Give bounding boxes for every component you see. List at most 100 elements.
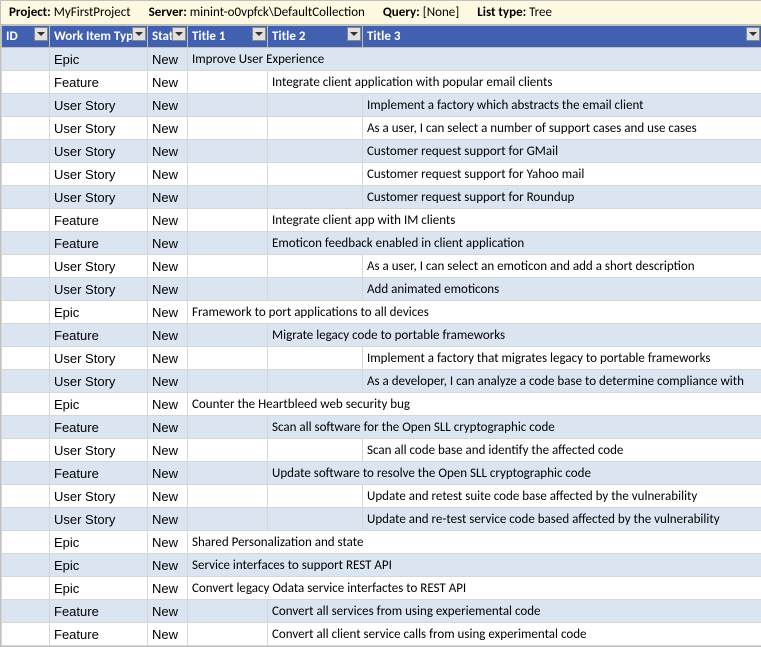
cell-empty[interactable] — [268, 485, 363, 508]
cell-id[interactable] — [2, 140, 50, 163]
header-id[interactable]: ID — [2, 26, 50, 48]
cell-empty[interactable] — [188, 462, 268, 485]
cell-id[interactable] — [2, 71, 50, 94]
cell-work-item-type[interactable]: Feature — [50, 71, 148, 94]
cell-id[interactable] — [2, 209, 50, 232]
cell-empty[interactable] — [268, 94, 363, 117]
cell-empty[interactable] — [268, 255, 363, 278]
cell-state[interactable]: New — [148, 71, 188, 94]
cell-title[interactable]: Update and retest suite code base affect… — [363, 485, 761, 508]
cell-title[interactable]: Framework to port applications to all de… — [188, 301, 761, 324]
cell-state[interactable]: New — [148, 94, 188, 117]
table-row[interactable]: User StoryNewImplement a factory that mi… — [2, 347, 761, 370]
cell-state[interactable]: New — [148, 416, 188, 439]
cell-id[interactable] — [2, 600, 50, 623]
cell-title[interactable]: Emoticon feedback enabled in client appl… — [268, 232, 761, 255]
table-row[interactable]: FeatureNew Update software to resolve the… — [2, 462, 761, 485]
cell-state[interactable]: New — [148, 439, 188, 462]
table-row[interactable]: EpicNewShared Personalization and state — [2, 531, 761, 554]
header-state[interactable]: State — [148, 26, 188, 48]
cell-id[interactable] — [2, 255, 50, 278]
cell-work-item-type[interactable]: Feature — [50, 324, 148, 347]
cell-title[interactable]: Integrate client app with IM clients — [268, 209, 761, 232]
cell-title[interactable]: Convert all client service calls from us… — [268, 623, 761, 646]
cell-id[interactable] — [2, 577, 50, 600]
cell-state[interactable]: New — [148, 255, 188, 278]
table-row[interactable]: FeatureNewMigrate legacy code to portabl… — [2, 324, 761, 347]
cell-id[interactable] — [2, 324, 50, 347]
cell-state[interactable]: New — [148, 117, 188, 140]
cell-empty[interactable] — [268, 347, 363, 370]
cell-state[interactable]: New — [148, 324, 188, 347]
cell-work-item-type[interactable]: User Story — [50, 347, 148, 370]
cell-empty[interactable] — [188, 163, 268, 186]
cell-id[interactable] — [2, 232, 50, 255]
header-title3[interactable]: Title 3 — [363, 26, 761, 48]
cell-empty[interactable] — [188, 508, 268, 531]
cell-empty[interactable] — [188, 347, 268, 370]
cell-empty[interactable] — [268, 186, 363, 209]
table-row[interactable]: EpicNewConvert legacy Odata service inte… — [2, 577, 761, 600]
cell-work-item-type[interactable]: Feature — [50, 416, 148, 439]
cell-state[interactable]: New — [148, 48, 188, 71]
cell-empty[interactable] — [268, 163, 363, 186]
cell-state[interactable]: New — [148, 623, 188, 646]
table-row[interactable]: EpicNewImprove User Experience — [2, 48, 761, 71]
table-row[interactable]: User StoryNewUpdate and retest suite cod… — [2, 485, 761, 508]
cell-title[interactable]: Implement a factory which abstracts the … — [363, 94, 761, 117]
cell-title[interactable]: Counter the Heartbleed web security bug — [188, 393, 761, 416]
table-row[interactable]: User StoryNewAs a user, I can select a n… — [2, 117, 761, 140]
cell-empty[interactable] — [268, 370, 363, 393]
cell-empty[interactable] — [188, 71, 268, 94]
table-row[interactable]: User StoryNewImplement a factory which a… — [2, 94, 761, 117]
cell-id[interactable] — [2, 623, 50, 646]
cell-state[interactable]: New — [148, 347, 188, 370]
filter-button-state[interactable] — [172, 27, 186, 41]
header-type[interactable]: Work Item Type — [50, 26, 148, 48]
cell-title[interactable]: As a user, I can select an emoticon and … — [363, 255, 761, 278]
table-row[interactable]: User StoryNewUpdate and re-test service … — [2, 508, 761, 531]
table-row[interactable]: EpicNewCounter the Heartbleed web securi… — [2, 393, 761, 416]
cell-id[interactable] — [2, 48, 50, 71]
cell-work-item-type[interactable]: Epic — [50, 531, 148, 554]
cell-id[interactable] — [2, 301, 50, 324]
cell-empty[interactable] — [188, 600, 268, 623]
filter-button-title3[interactable] — [746, 27, 760, 41]
table-row[interactable]: User StoryNewAdd animated emoticons — [2, 278, 761, 301]
cell-empty[interactable] — [188, 623, 268, 646]
cell-state[interactable]: New — [148, 209, 188, 232]
cell-work-item-type[interactable]: User Story — [50, 163, 148, 186]
cell-empty[interactable] — [188, 117, 268, 140]
cell-work-item-type[interactable]: Feature — [50, 462, 148, 485]
table-row[interactable]: User StoryNewAs a user, I can select an … — [2, 255, 761, 278]
cell-title[interactable]: Update software to resolve the Open SLL … — [268, 462, 761, 485]
cell-work-item-type[interactable]: Epic — [50, 554, 148, 577]
cell-state[interactable]: New — [148, 531, 188, 554]
cell-work-item-type[interactable]: Feature — [50, 232, 148, 255]
cell-empty[interactable] — [188, 439, 268, 462]
cell-state[interactable]: New — [148, 554, 188, 577]
cell-empty[interactable] — [188, 485, 268, 508]
table-row[interactable]: FeatureNewEmoticon feedback enabled in c… — [2, 232, 761, 255]
cell-empty[interactable] — [188, 186, 268, 209]
cell-state[interactable]: New — [148, 140, 188, 163]
cell-state[interactable]: New — [148, 370, 188, 393]
cell-empty[interactable] — [188, 416, 268, 439]
table-row[interactable]: User StoryNewScan all code base and iden… — [2, 439, 761, 462]
cell-title[interactable]: As a developer, I can analyze a code bas… — [363, 370, 761, 393]
table-row[interactable]: User StoryNewAs a developer, I can analy… — [2, 370, 761, 393]
cell-title[interactable]: Customer request support for Roundup — [363, 186, 761, 209]
cell-id[interactable] — [2, 439, 50, 462]
cell-empty[interactable] — [268, 508, 363, 531]
cell-id[interactable] — [2, 554, 50, 577]
cell-empty[interactable] — [188, 140, 268, 163]
filter-button-title1[interactable] — [252, 27, 266, 41]
table-row[interactable]: FeatureNewScan all software for the Open… — [2, 416, 761, 439]
cell-work-item-type[interactable]: User Story — [50, 485, 148, 508]
cell-state[interactable]: New — [148, 393, 188, 416]
cell-title[interactable]: Improve User Experience — [188, 48, 761, 71]
cell-id[interactable] — [2, 416, 50, 439]
cell-work-item-type[interactable]: User Story — [50, 186, 148, 209]
cell-empty[interactable] — [268, 117, 363, 140]
cell-state[interactable]: New — [148, 462, 188, 485]
